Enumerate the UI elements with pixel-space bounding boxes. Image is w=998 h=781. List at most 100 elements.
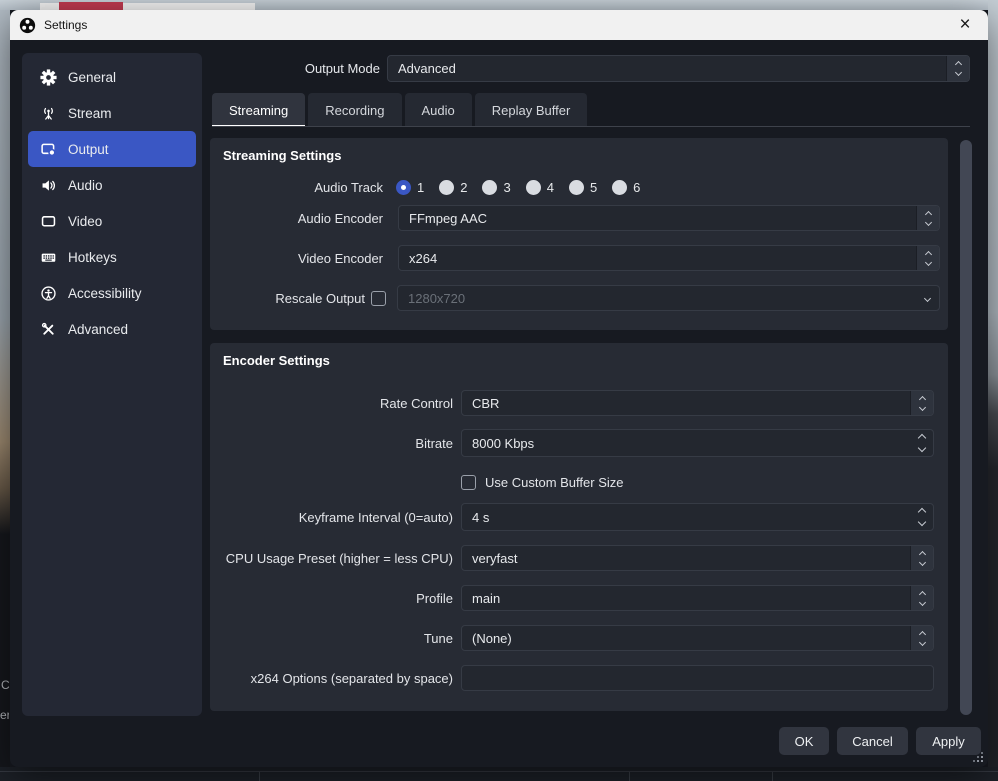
rescale-output-label: Rescale Output <box>210 291 365 306</box>
rescale-output-row: Rescale Output 1280x720 <box>210 285 948 311</box>
desktop-top-strip <box>0 0 998 10</box>
radio-checked-icon <box>396 180 411 195</box>
background-text-fragment: er <box>0 708 9 722</box>
sidebar-item-label: Accessibility <box>68 286 142 301</box>
obs-logo-icon <box>19 17 36 34</box>
radio-icon <box>526 180 541 195</box>
x264-options-row: x264 Options (separated by space) <box>210 665 948 691</box>
output-tabs: Streaming Recording Audio Replay Buffer <box>212 93 590 127</box>
broadcast-icon <box>40 105 57 122</box>
sidebar-item-hotkeys[interactable]: Hotkeys <box>28 239 196 275</box>
audio-track-option-1[interactable]: 1 <box>396 180 424 195</box>
background-window-bottom <box>0 767 998 781</box>
x264-options-input[interactable] <box>461 665 934 691</box>
bitrate-spinbox[interactable]: 8000 Kbps <box>461 429 934 457</box>
tab-recording[interactable]: Recording <box>308 93 401 127</box>
sidebar-item-stream[interactable]: Stream <box>28 95 196 131</box>
audio-track-option-4[interactable]: 4 <box>526 180 554 195</box>
speaker-icon <box>40 177 57 194</box>
background-red-bar <box>59 2 123 10</box>
desktop-right-strip <box>988 0 998 781</box>
tab-streaming[interactable]: Streaming <box>212 93 305 127</box>
desktop-left-strip: Ca er <box>0 10 10 781</box>
cpu-preset-select[interactable]: veryfast <box>461 545 934 571</box>
output-mode-select[interactable]: Advanced <box>387 55 970 82</box>
tab-audio[interactable]: Audio <box>405 93 472 127</box>
audio-track-option-6[interactable]: 6 <box>612 180 640 195</box>
tab-separator <box>212 126 970 127</box>
cpu-preset-row: CPU Usage Preset (higher = less CPU) ver… <box>210 545 948 571</box>
dropdown-arrows[interactable] <box>916 206 939 230</box>
audio-track-option-2[interactable]: 2 <box>439 180 467 195</box>
audio-encoder-select[interactable]: FFmpeg AAC <box>398 205 940 231</box>
sidebar-item-output[interactable]: Output <box>28 131 196 167</box>
audio-track-row: Audio Track 1 2 3 4 5 <box>210 174 948 200</box>
ok-button[interactable]: OK <box>779 727 829 755</box>
audio-track-option-3[interactable]: 3 <box>482 180 510 195</box>
use-custom-buffer-checkbox[interactable] <box>461 475 476 490</box>
background-text-fragment: Ca <box>1 678 10 692</box>
resize-grip[interactable] <box>981 760 983 762</box>
apply-button[interactable]: Apply <box>916 727 981 755</box>
sidebar-item-video[interactable]: Video <box>28 203 196 239</box>
bitrate-row: Bitrate 8000 Kbps <box>210 429 948 457</box>
section-title: Streaming Settings <box>223 148 341 163</box>
spinner-arrows[interactable] <box>910 504 933 530</box>
sidebar-item-label: Output <box>68 142 109 157</box>
dropdown-arrows[interactable] <box>910 391 933 415</box>
output-icon <box>40 141 57 158</box>
video-encoder-select[interactable]: x264 <box>398 245 940 271</box>
profile-row: Profile main <box>210 585 948 611</box>
video-encoder-row: Video Encoder x264 <box>210 245 948 271</box>
close-icon[interactable]: × <box>942 10 988 40</box>
output-mode-value: Advanced <box>388 56 946 81</box>
background-dock-divider <box>629 772 630 781</box>
radio-icon <box>482 180 497 195</box>
tune-label: Tune <box>210 631 453 646</box>
sidebar-item-audio[interactable]: Audio <box>28 167 196 203</box>
monitor-icon <box>40 213 57 230</box>
spinner-arrows[interactable] <box>910 430 933 456</box>
cancel-button[interactable]: Cancel <box>837 727 908 755</box>
rate-control-row: Rate Control CBR <box>210 390 948 416</box>
profile-select[interactable]: main <box>461 585 934 611</box>
encoder-settings-panel: Encoder Settings Rate Control CBR Bitrat… <box>210 343 948 711</box>
cpu-preset-label: CPU Usage Preset (higher = less CPU) <box>210 551 453 566</box>
output-mode-label: Output Mode <box>10 61 380 76</box>
window-title: Settings <box>44 18 87 32</box>
audio-encoder-label: Audio Encoder <box>210 211 383 226</box>
sidebar-item-label: Hotkeys <box>68 250 117 265</box>
dropdown-arrows[interactable] <box>910 586 933 610</box>
profile-label: Profile <box>210 591 453 606</box>
rescale-output-checkbox[interactable] <box>371 291 386 306</box>
radio-icon <box>439 180 454 195</box>
tune-select[interactable]: (None) <box>461 625 934 651</box>
accessibility-icon <box>40 285 57 302</box>
settings-sidebar: General Stream Output <box>22 53 202 716</box>
vertical-scrollbar[interactable] <box>960 140 972 715</box>
sidebar-item-advanced[interactable]: Advanced <box>28 311 196 347</box>
dropdown-arrows[interactable] <box>910 546 933 570</box>
background-divider <box>0 771 998 772</box>
streaming-settings-panel: Streaming Settings Audio Track 1 2 3 4 <box>210 138 948 330</box>
background-dock-divider <box>259 772 260 781</box>
sidebar-item-label: Stream <box>68 106 112 121</box>
dropdown-arrows[interactable] <box>910 626 933 650</box>
rate-control-select[interactable]: CBR <box>461 390 934 416</box>
sidebar-item-label: Video <box>68 214 102 229</box>
rescale-resolution-select[interactable]: 1280x720 <box>397 285 940 311</box>
keyboard-icon <box>40 249 57 266</box>
sidebar-item-accessibility[interactable]: Accessibility <box>28 275 196 311</box>
audio-encoder-row: Audio Encoder FFmpeg AAC <box>210 205 948 231</box>
titlebar: Settings × <box>10 10 988 40</box>
keyframe-interval-label: Keyframe Interval (0=auto) <box>210 510 453 525</box>
output-mode-row: Output Mode Advanced <box>10 55 970 82</box>
keyframe-interval-spinbox[interactable]: 4 s <box>461 503 934 531</box>
custom-buffer-row: Use Custom Buffer Size <box>210 473 948 491</box>
audio-track-option-5[interactable]: 5 <box>569 180 597 195</box>
radio-icon <box>612 180 627 195</box>
tools-icon <box>40 321 57 338</box>
tab-replay-buffer[interactable]: Replay Buffer <box>475 93 588 127</box>
dropdown-arrows[interactable] <box>916 246 939 270</box>
dropdown-arrows[interactable] <box>946 56 969 81</box>
